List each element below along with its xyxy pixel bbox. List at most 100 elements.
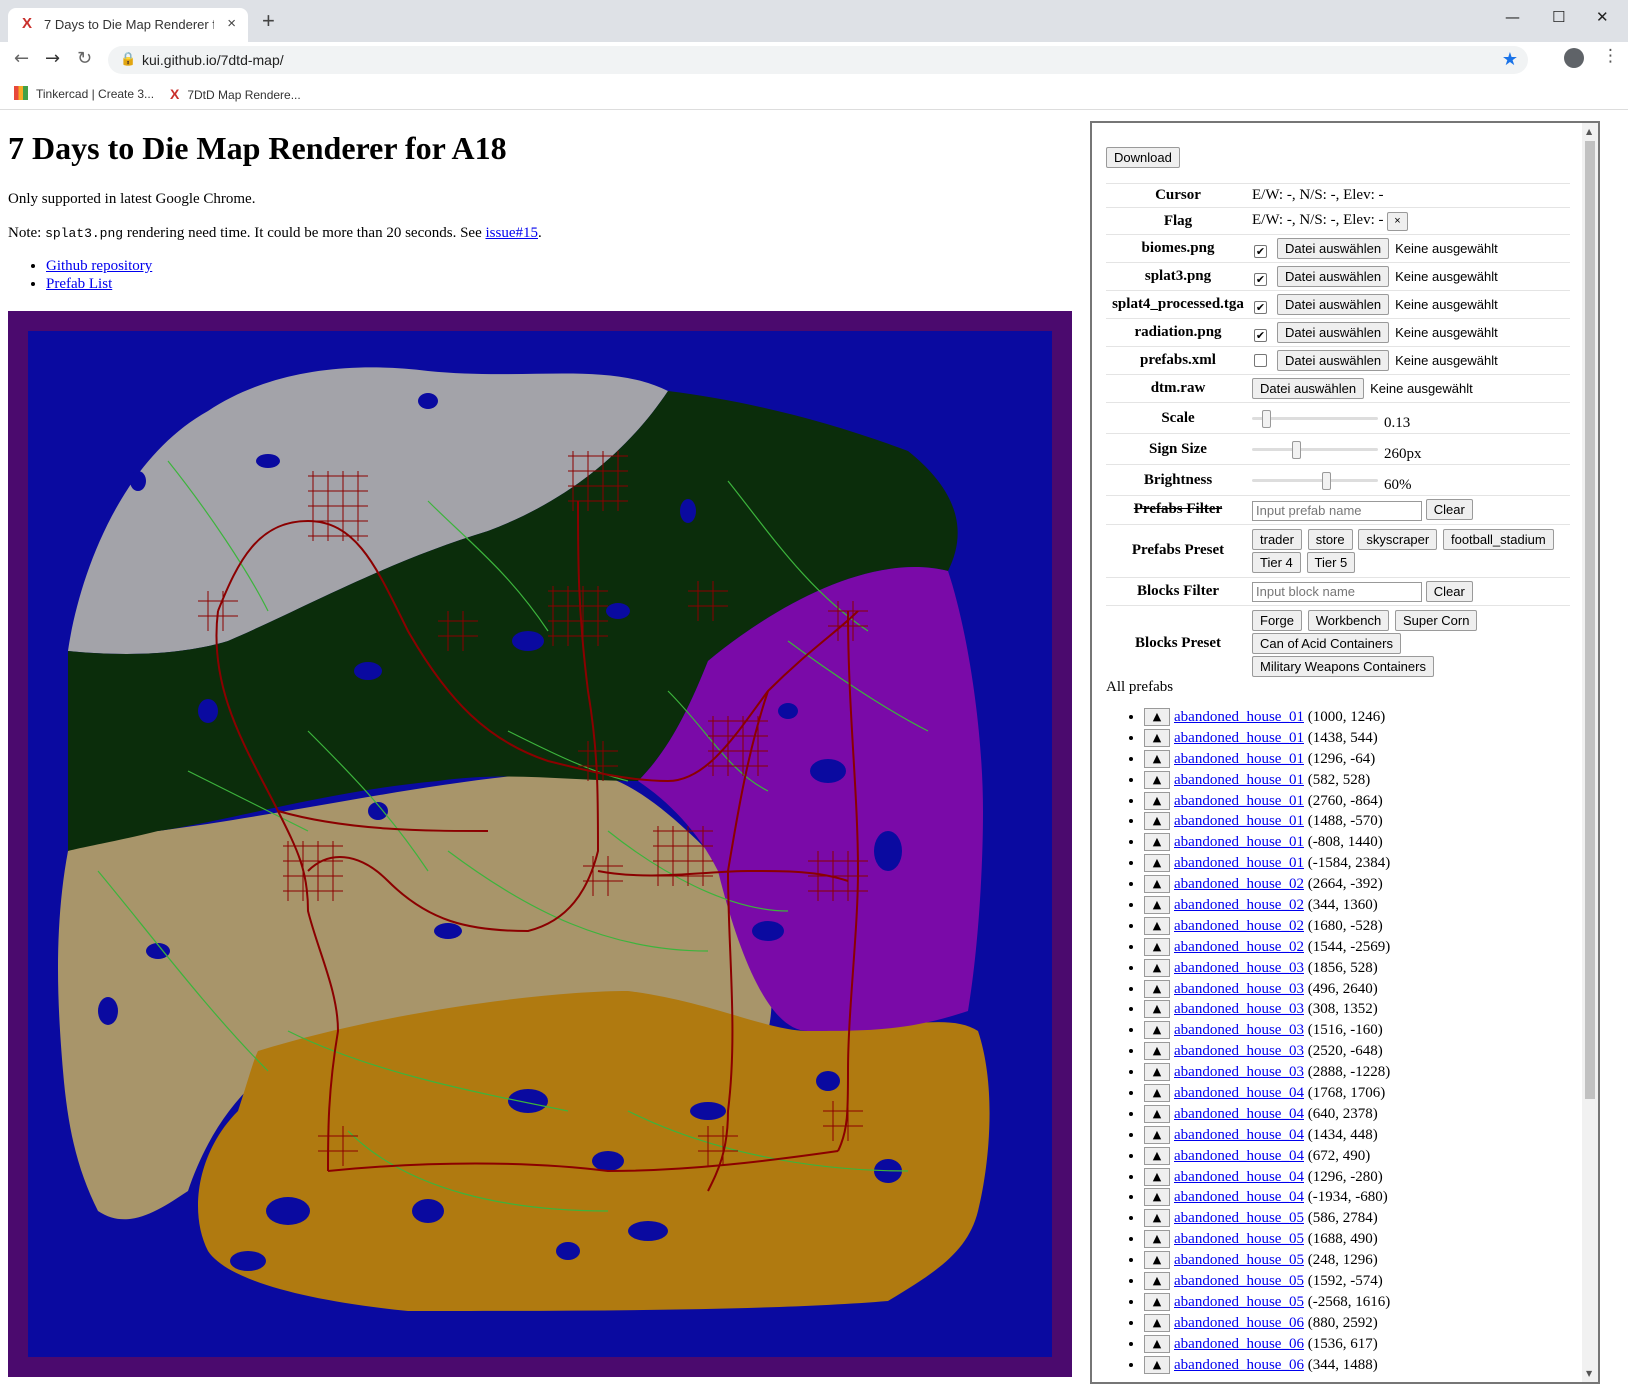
- prefab-name-link[interactable]: abandoned_house_03: [1174, 1043, 1304, 1059]
- profile-avatar-icon[interactable]: [1564, 48, 1584, 68]
- preset-super-corn-button[interactable]: Super Corn: [1394, 610, 1478, 632]
- prefab-name-link[interactable]: abandoned_house_03: [1174, 1064, 1304, 1080]
- prefab-locate-button[interactable]: ▲: [1144, 979, 1170, 998]
- prefab-name-link[interactable]: abandoned_house_05: [1174, 1210, 1304, 1226]
- prefab-locate-button[interactable]: ▲: [1144, 1313, 1170, 1332]
- browser-tab[interactable]: X 7 Days to Die Map Renderer for A18 ×: [8, 8, 248, 42]
- prefab-locate-button[interactable]: ▲: [1144, 1125, 1170, 1144]
- tab-close-icon[interactable]: ×: [227, 15, 236, 32]
- preset-tier5-button[interactable]: Tier 5: [1306, 551, 1356, 573]
- prefab-name-link[interactable]: abandoned_house_04: [1174, 1148, 1304, 1164]
- prefab-name-link[interactable]: abandoned_house_05: [1174, 1231, 1304, 1247]
- issue-link[interactable]: issue#15: [485, 225, 538, 241]
- address-bar[interactable]: 🔒 kui.github.io/7dtd-map/ ★: [108, 46, 1528, 74]
- prefab-name-link[interactable]: abandoned_house_02: [1174, 897, 1304, 913]
- blocks-filter-clear-button[interactable]: Clear: [1425, 580, 1473, 602]
- scroll-up-icon[interactable]: ▲: [1586, 127, 1592, 136]
- prefab-name-link[interactable]: abandoned_house_01: [1174, 834, 1304, 850]
- prefab-locate-button[interactable]: ▲: [1144, 854, 1170, 873]
- prefab-locate-button[interactable]: ▲: [1144, 1209, 1170, 1228]
- brightness-slider-thumb[interactable]: [1322, 472, 1331, 491]
- prefabs-filter-clear-button[interactable]: Clear: [1425, 499, 1473, 520]
- prefab-locate-button[interactable]: ▲: [1144, 812, 1170, 831]
- prefab-name-link[interactable]: abandoned_house_01: [1174, 751, 1304, 767]
- reload-icon[interactable]: ↻: [77, 48, 92, 69]
- minimize-icon[interactable]: —: [1505, 8, 1520, 26]
- menu-kebab-icon[interactable]: ⋮: [1602, 46, 1619, 66]
- biomes-checkbox[interactable]: ✔: [1254, 245, 1267, 258]
- prefab-name-link[interactable]: abandoned_house_06: [1174, 1357, 1304, 1373]
- prefab-locate-button[interactable]: ▲: [1144, 1355, 1170, 1374]
- prefab-locate-button[interactable]: ▲: [1144, 1000, 1170, 1019]
- bookmark-7dtd-map[interactable]: X 7DtD Map Rendere...: [170, 86, 301, 102]
- prefab-name-link[interactable]: abandoned_house_02: [1174, 918, 1304, 934]
- splat4-checkbox[interactable]: ✔: [1254, 301, 1267, 314]
- maximize-icon[interactable]: ☐: [1552, 8, 1565, 26]
- prefab-name-link[interactable]: abandoned_house_01: [1174, 772, 1304, 788]
- prefab-locate-button[interactable]: ▲: [1144, 937, 1170, 956]
- prefab-name-link[interactable]: abandoned_house_05: [1174, 1294, 1304, 1310]
- radiation-checkbox[interactable]: ✔: [1254, 329, 1267, 342]
- prefab-locate-button[interactable]: ▲: [1144, 728, 1170, 747]
- panel-scrollbar[interactable]: ▲ ▼: [1582, 123, 1598, 1382]
- prefab-locate-button[interactable]: ▲: [1144, 1167, 1170, 1186]
- sign-size-slider-thumb[interactable]: [1292, 441, 1301, 460]
- prefab-name-link[interactable]: abandoned_house_04: [1174, 1189, 1304, 1205]
- prefabs-xml-file-button[interactable]: Datei auswählen: [1277, 350, 1390, 371]
- github-repository-link[interactable]: Github repository: [46, 258, 152, 274]
- new-tab-button[interactable]: +: [262, 10, 275, 32]
- prefab-name-link[interactable]: abandoned_house_04: [1174, 1085, 1304, 1101]
- splat3-file-button[interactable]: Datei auswählen: [1277, 266, 1390, 287]
- prefab-locate-button[interactable]: ▲: [1144, 1272, 1170, 1291]
- prefab-locate-button[interactable]: ▲: [1144, 833, 1170, 852]
- prefab-name-link[interactable]: abandoned_house_01: [1174, 793, 1304, 809]
- prefab-name-link[interactable]: abandoned_house_06: [1174, 1315, 1304, 1331]
- prefab-locate-button[interactable]: ▲: [1144, 1104, 1170, 1123]
- download-button[interactable]: Download: [1106, 147, 1180, 168]
- prefab-locate-button[interactable]: ▲: [1144, 1146, 1170, 1165]
- prefab-locate-button[interactable]: ▲: [1144, 896, 1170, 915]
- prefab-locate-button[interactable]: ▲: [1144, 916, 1170, 935]
- preset-acid-containers-button[interactable]: Can of Acid Containers: [1252, 633, 1401, 655]
- prefab-name-link[interactable]: abandoned_house_01: [1174, 730, 1304, 746]
- brightness-slider[interactable]: [1252, 472, 1378, 491]
- preset-trader-button[interactable]: trader: [1252, 528, 1302, 550]
- bookmark-star-icon[interactable]: ★: [1502, 49, 1518, 70]
- preset-tier4-button[interactable]: Tier 4: [1252, 551, 1301, 573]
- prefab-name-link[interactable]: abandoned_house_03: [1174, 981, 1304, 997]
- prefab-locate-button[interactable]: ▲: [1144, 1021, 1170, 1040]
- scale-slider-thumb[interactable]: [1262, 410, 1271, 429]
- prefab-locate-button[interactable]: ▲: [1144, 1292, 1170, 1311]
- preset-skyscraper-button[interactable]: skyscraper: [1358, 528, 1438, 550]
- prefab-locate-button[interactable]: ▲: [1144, 791, 1170, 810]
- blocks-filter-input[interactable]: Input block name: [1252, 582, 1422, 603]
- prefab-name-link[interactable]: abandoned_house_02: [1174, 876, 1304, 892]
- prefab-locate-button[interactable]: ▲: [1144, 1084, 1170, 1103]
- preset-workbench-button[interactable]: Workbench: [1307, 610, 1390, 632]
- dtm-file-button[interactable]: Datei auswählen: [1252, 378, 1365, 399]
- prefab-name-link[interactable]: abandoned_house_05: [1174, 1252, 1304, 1268]
- preset-store-button[interactable]: store: [1307, 528, 1353, 550]
- prefab-locate-button[interactable]: ▲: [1144, 958, 1170, 977]
- map-canvas[interactable]: [8, 311, 1072, 1377]
- prefab-locate-button[interactable]: ▲: [1144, 1063, 1170, 1082]
- prefab-name-link[interactable]: abandoned_house_03: [1174, 1022, 1304, 1038]
- prefab-name-link[interactable]: abandoned_house_01: [1174, 709, 1304, 725]
- preset-football-stadium-button[interactable]: football_stadium: [1442, 528, 1554, 550]
- prefab-locate-button[interactable]: ▲: [1144, 770, 1170, 789]
- preset-forge-button[interactable]: Forge: [1252, 610, 1302, 632]
- splat4-file-button[interactable]: Datei auswählen: [1277, 294, 1390, 315]
- splat3-checkbox[interactable]: ✔: [1254, 273, 1267, 286]
- prefabs-filter-input[interactable]: Input prefab name: [1252, 500, 1422, 521]
- prefab-list-link[interactable]: Prefab List: [46, 276, 112, 292]
- bookmark-tinkercad[interactable]: Tinkercad | Create 3...: [14, 86, 154, 101]
- prefab-name-link[interactable]: abandoned_house_01: [1174, 813, 1304, 829]
- window-close-icon[interactable]: ✕: [1596, 8, 1609, 26]
- scale-slider[interactable]: [1252, 410, 1378, 429]
- sign-size-slider[interactable]: [1252, 441, 1378, 460]
- prefab-name-link[interactable]: abandoned_house_03: [1174, 1001, 1304, 1017]
- prefab-locate-button[interactable]: ▲: [1144, 1251, 1170, 1270]
- prefab-name-link[interactable]: abandoned_house_02: [1174, 939, 1304, 955]
- prefab-name-link[interactable]: abandoned_house_01: [1174, 855, 1304, 871]
- rendered-map[interactable]: [8, 311, 1072, 1377]
